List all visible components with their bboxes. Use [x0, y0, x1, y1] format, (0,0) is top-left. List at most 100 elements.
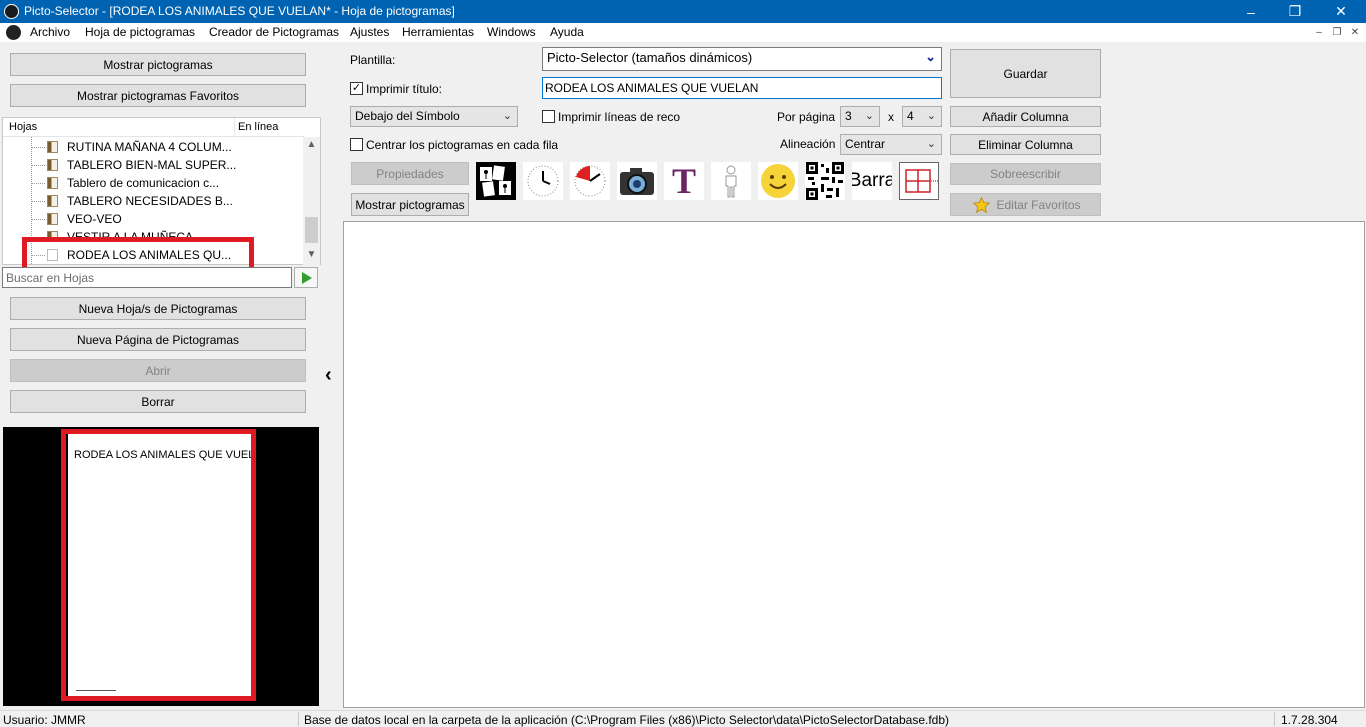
chevron-down-icon: ⌄: [502, 110, 512, 122]
search-sheets-input[interactable]: [2, 267, 292, 288]
play-icon: [302, 271, 312, 284]
print-lines-label: Imprimir líneas de reco: [558, 110, 681, 124]
center-pictograms-label: Centrar los pictogramas en cada fila: [366, 138, 559, 152]
scroll-up-icon[interactable]: ▲: [303, 139, 320, 150]
print-title-label: Imprimir título:: [366, 82, 443, 96]
tree-header-sheets[interactable]: Hojas: [9, 121, 37, 133]
print-lines-checkbox[interactable]: [542, 110, 555, 123]
show-pictograms-button[interactable]: Mostrar pictogramas: [10, 53, 306, 76]
menu-herramientas[interactable]: Herramientas: [402, 25, 474, 39]
title-bar: Picto-Selector - [RODEA LOS ANIMALES QUE…: [0, 0, 1366, 23]
clock-icon[interactable]: [523, 162, 563, 200]
title-input[interactable]: [542, 77, 942, 99]
document-icon: [47, 195, 58, 207]
pictogram-cards-icon[interactable]: [476, 162, 516, 200]
delete-button[interactable]: Borrar: [10, 390, 306, 413]
qr-code-icon[interactable]: [805, 162, 845, 200]
text-tool-icon[interactable]: T: [664, 162, 704, 200]
tree-item[interactable]: RUTINA MAÑANA 4 COLUM...: [3, 138, 304, 156]
smiley-face-icon[interactable]: [758, 162, 798, 200]
status-database: Base de datos local en la carpeta de la …: [304, 713, 949, 727]
document-icon: [47, 213, 58, 225]
menu-bar: Archivo Hoja de pictogramas Creador de P…: [0, 23, 1366, 42]
tree-item[interactable]: TABLERO BIEN-MAL SUPER...: [3, 156, 304, 174]
show-pictograms-toolbar-button[interactable]: Mostrar pictogramas: [351, 193, 469, 216]
chevron-down-icon: ⌄: [926, 110, 936, 122]
chevron-down-icon: ⌄: [864, 110, 874, 122]
document-icon: [47, 141, 58, 153]
mdi-close-button[interactable]: ✕: [1348, 26, 1362, 39]
new-page-button[interactable]: Nueva Página de Pictogramas: [10, 328, 306, 351]
print-title-checkbox[interactable]: ✓: [350, 82, 363, 95]
per-page-columns-select[interactable]: 3 ⌄: [840, 106, 880, 127]
per-page-columns-value: 3: [845, 109, 852, 123]
edit-favorites-label: Editar Favoritos: [996, 197, 1081, 212]
scrollbar-thumb[interactable]: [305, 217, 318, 243]
menu-windows[interactable]: Windows: [487, 25, 536, 39]
status-version: 1.7.28.304: [1281, 713, 1338, 727]
tree-scrollbar[interactable]: ▲ ▼: [303, 137, 320, 265]
template-value: Picto-Selector (tamaños dinámicos): [547, 50, 753, 65]
chevron-down-icon: ⌄: [925, 49, 936, 64]
tree-item-label: Tablero de comunicacion c...: [67, 176, 220, 190]
mdi-minimize-button[interactable]: –: [1312, 26, 1326, 39]
new-sheet-button[interactable]: Nueva Hoja/s de Pictogramas: [10, 297, 306, 320]
scroll-down-icon[interactable]: ▼: [303, 249, 320, 260]
camera-icon[interactable]: [617, 162, 657, 200]
per-page-x-label: x: [888, 110, 894, 124]
center-pictograms-checkbox[interactable]: [350, 138, 363, 151]
star-icon: [973, 197, 990, 213]
show-favorite-pictograms-button[interactable]: Mostrar pictogramas Favoritos: [10, 84, 306, 107]
menu-archivo[interactable]: Archivo: [30, 25, 70, 39]
per-page-label: Por página: [777, 110, 836, 124]
text-position-select[interactable]: Debajo del Símbolo ⌄: [350, 106, 518, 127]
mdi-restore-button[interactable]: ❐: [1330, 26, 1344, 39]
menu-hoja-pictogramas[interactable]: Hoja de pictogramas: [85, 25, 195, 39]
tree-item[interactable]: TABLERO NECESIDADES B...: [3, 192, 304, 210]
chevron-down-icon: ⌄: [926, 138, 936, 150]
minimize-button[interactable]: –: [1228, 0, 1274, 23]
status-user: Usuario: JMMR: [3, 713, 86, 727]
alignment-value: Centrar: [845, 137, 886, 151]
template-label: Plantilla:: [350, 53, 396, 67]
timer-clock-icon[interactable]: [570, 162, 610, 200]
status-bar: Usuario: JMMR Base de datos local en la …: [0, 710, 1366, 727]
pictogram-canvas[interactable]: [343, 221, 1365, 708]
collapse-panel-icon[interactable]: ‹: [325, 364, 332, 387]
tree-item[interactable]: VEO-VEO: [3, 210, 304, 228]
search-go-button[interactable]: [294, 267, 318, 288]
per-page-rows-select[interactable]: 4 ⌄: [902, 106, 942, 127]
overwrite-button[interactable]: Sobreescribir: [950, 163, 1101, 185]
alignment-select[interactable]: Centrar ⌄: [840, 134, 942, 155]
grid-layout-icon[interactable]: [899, 162, 939, 200]
highlight-preview: [61, 429, 256, 701]
document-icon: [47, 177, 58, 189]
barra-tool-icon[interactable]: Barra: [852, 162, 892, 200]
remove-column-button[interactable]: Eliminar Columna: [950, 134, 1101, 155]
edit-favorites-button[interactable]: Editar Favoritos: [950, 193, 1101, 216]
properties-button[interactable]: Propiedades: [351, 162, 469, 185]
tree-item-label: RUTINA MAÑANA 4 COLUM...: [67, 140, 232, 154]
tree-item-label: TABLERO NECESIDADES B...: [67, 194, 233, 208]
tree-header: Hojas En línea: [3, 118, 304, 137]
text-position-value: Debajo del Símbolo: [355, 109, 460, 123]
per-page-rows-value: 4: [907, 109, 914, 123]
open-button[interactable]: Abrir: [10, 359, 306, 382]
close-button[interactable]: ✕: [1318, 0, 1364, 23]
window-title: Picto-Selector - [RODEA LOS ANIMALES QUE…: [24, 4, 455, 18]
add-column-button[interactable]: Añadir Columna: [950, 106, 1101, 127]
tree-header-online[interactable]: En línea: [238, 121, 278, 133]
menu-creador-pictogramas[interactable]: Creador de Pictogramas: [209, 25, 339, 39]
person-outline-icon[interactable]: [711, 162, 751, 200]
tree-item[interactable]: Tablero de comunicacion c...: [3, 174, 304, 192]
app-menu-icon[interactable]: [6, 25, 21, 40]
restore-button[interactable]: ❐: [1272, 0, 1318, 23]
document-icon: [47, 159, 58, 171]
panel-splitter[interactable]: ‹: [322, 42, 342, 707]
menu-ajustes[interactable]: Ajustes: [350, 25, 389, 39]
tree-item-label: TABLERO BIEN-MAL SUPER...: [67, 158, 237, 172]
template-select[interactable]: Picto-Selector (tamaños dinámicos) ⌄: [542, 47, 942, 71]
menu-ayuda[interactable]: Ayuda: [550, 25, 584, 39]
app-icon: [4, 4, 19, 19]
save-button[interactable]: Guardar: [950, 49, 1101, 98]
